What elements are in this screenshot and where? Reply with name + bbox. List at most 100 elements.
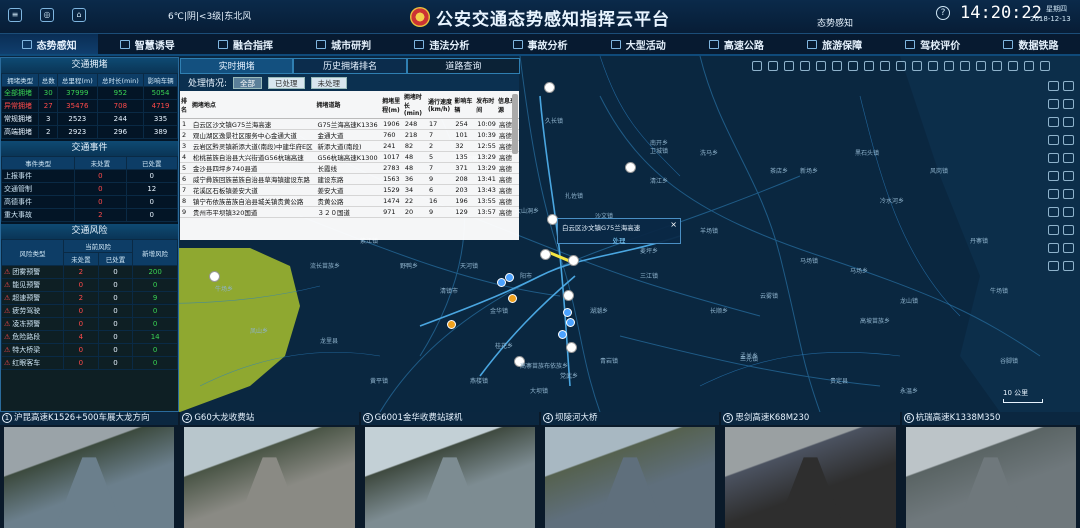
home-icon[interactable]: ⌂ [72,8,86,22]
map-tool-icon[interactable] [816,61,826,71]
map-tool-icon[interactable] [848,61,858,71]
map-tool-icon[interactable] [944,61,954,71]
table-row[interactable]: 4 松桃苗族自治县大兴街道G56杭瑞高速 G56杭瑞高速K1300 1017 48 5 13… [180,151,519,163]
filter-unhandled-button[interactable]: 未处理 [310,76,348,89]
table-row[interactable]: 高德事件 0 0 [0,195,179,209]
map-tool-icon[interactable] [976,61,986,71]
map-tool-icon[interactable] [800,61,810,71]
search-icon[interactable]: ◎ [40,8,54,22]
side-tool-icon[interactable] [1048,99,1059,109]
camera-tile[interactable]: 3 G6001金华收费站球机 [360,412,539,528]
table-row[interactable]: 全部拥堵 30 37999 952 5054 [0,86,178,100]
event-marker[interactable] [209,271,220,282]
table-row[interactable]: 3 云岩区黔灵镇新添大道(南段)中建华府E区 新添大道(南段) 241 82 2 32 12:… [180,140,519,152]
event-marker[interactable] [544,82,555,93]
map-tool-icon[interactable] [864,61,874,71]
table-row[interactable]: ⚠ 特大桥梁 0 0 0 [0,343,178,357]
map-tool-icon[interactable] [912,61,922,71]
table-row[interactable]: 常规拥堵 3 2523 244 335 [0,112,178,126]
table-row[interactable]: ⚠ 超速预警 2 0 9 [0,291,178,305]
side-tool-icon[interactable] [1048,207,1059,217]
side-tool-icon[interactable] [1063,81,1074,91]
map-tool-icon[interactable] [1040,61,1050,71]
table-row[interactable]: ⚠ 能见预警 0 0 0 [0,278,178,292]
nav-item-5[interactable]: 事故分析 [491,34,589,54]
table-row[interactable]: 异常拥堵 27 35476 708 4719 [0,99,178,113]
popup-handle-link[interactable]: 处理 [558,235,680,245]
side-tool-icon[interactable] [1048,261,1059,271]
nav-item-10[interactable]: 数据铁路 [982,34,1080,54]
tab-road-query[interactable]: 道路查询 [406,58,520,74]
table-row[interactable]: 8 镇宁布依族苗族自治县城关镇贵黄公路 贵黄公路 1474 22 16 196 13:55 高德 [180,195,519,207]
camera-tile[interactable]: 5 思剑高速K68M230 [721,412,900,528]
nav-item-4[interactable]: 违法分析 [393,34,491,54]
side-tool-icon[interactable] [1048,153,1059,163]
map-tool-icon[interactable] [928,61,938,71]
nav-item-1[interactable]: 智慧诱导 [98,34,196,54]
camera-feed[interactable] [905,427,1076,528]
incident-marker[interactable] [447,320,456,329]
side-tool-icon[interactable] [1063,261,1074,271]
help-icon[interactable]: ? [936,6,950,20]
camera-feed[interactable] [4,427,175,528]
table-row[interactable]: ⚠ 团雾预警 2 0 200 [0,265,178,279]
table-row[interactable]: 上报事件 0 0 [0,169,179,183]
side-tool-icon[interactable] [1048,81,1059,91]
map-tool-icon[interactable] [960,61,970,71]
menu-icon[interactable]: ≡ [8,8,22,22]
table-row[interactable]: 6 威宁彝族回族苗族自治县草海镇建设东路 建设东路 1563 36 9 208 13:41 高德 [180,173,519,185]
camera-tile[interactable]: 4 坝陵河大桥 [540,412,720,528]
table-row[interactable]: ⚠ 危险路段 4 0 14 [0,330,178,344]
nav-item-9[interactable]: 驾校评价 [884,34,982,54]
side-tool-icon[interactable] [1063,99,1074,109]
nav-item-6[interactable]: 大型活动 [589,34,687,54]
side-tool-icon[interactable] [1048,189,1059,199]
camera-marker[interactable] [563,308,572,317]
camera-feed[interactable] [184,427,355,528]
table-row[interactable]: 重大事故 2 0 [0,208,179,222]
camera-feed[interactable] [725,427,896,528]
event-marker[interactable] [566,342,577,353]
side-tool-icon[interactable] [1048,243,1059,253]
map-tool-icon[interactable] [1024,61,1034,71]
table-row[interactable]: 1 白云区沙文镇G75兰海高速 G75兰海高速K1336 1906 248 17 254 10… [180,118,519,130]
camera-feed[interactable] [544,427,716,528]
map-tool-icon[interactable] [832,61,842,71]
table-row[interactable]: ⚠ 凌冻预警 0 0 0 [0,317,178,331]
table-row[interactable]: 2 观山湖区逸景社区服务中心金通大道 金通大道 760 218 7 101 10:39 高德 [180,129,519,141]
side-tool-icon[interactable] [1063,189,1074,199]
filter-all-button[interactable]: 全部 [233,76,263,89]
camera-tile[interactable]: 6 杭瑞高速K1338M350 [901,412,1080,528]
jam-scrollbar[interactable] [512,94,518,154]
nav-item-3[interactable]: 城市研判 [295,34,393,54]
nav-item-0[interactable]: 态势感知 [0,34,99,54]
side-tool-icon[interactable] [1048,171,1059,181]
nav-item-7[interactable]: 高速公路 [687,34,785,54]
map-tool-icon[interactable] [992,61,1002,71]
event-marker[interactable] [540,249,551,260]
map-tool-icon[interactable] [768,61,778,71]
tab-history-rank[interactable]: 历史拥堵排名 [293,58,407,74]
event-marker[interactable] [625,162,636,173]
event-marker[interactable] [568,255,579,266]
side-tool-icon[interactable] [1063,153,1074,163]
side-tool-icon[interactable] [1048,117,1059,127]
camera-marker[interactable] [505,273,514,282]
side-tool-icon[interactable] [1063,225,1074,235]
camera-tile[interactable]: 2 G60大龙收费站 [180,412,359,528]
camera-marker[interactable] [558,330,567,339]
map-tool-icon[interactable] [752,61,762,71]
side-tool-icon[interactable] [1063,135,1074,145]
table-row[interactable]: 9 贵州市平坝镇320国道 ３２０国道 971 20 9 129 13:57 高德 [180,206,519,218]
table-row[interactable]: ⚠ 疲劳驾驶 0 0 0 [0,304,178,318]
side-tool-icon[interactable] [1063,117,1074,127]
side-tool-icon[interactable] [1063,171,1074,181]
side-tool-icon[interactable] [1063,243,1074,253]
side-tool-icon[interactable] [1048,135,1059,145]
side-tool-icon[interactable] [1048,225,1059,235]
event-marker[interactable] [563,290,574,301]
incident-marker[interactable] [508,294,517,303]
side-tool-icon[interactable] [1063,207,1074,217]
nav-item-2[interactable]: 融合指挥 [196,34,294,54]
popup-close-icon[interactable]: × [670,220,677,229]
